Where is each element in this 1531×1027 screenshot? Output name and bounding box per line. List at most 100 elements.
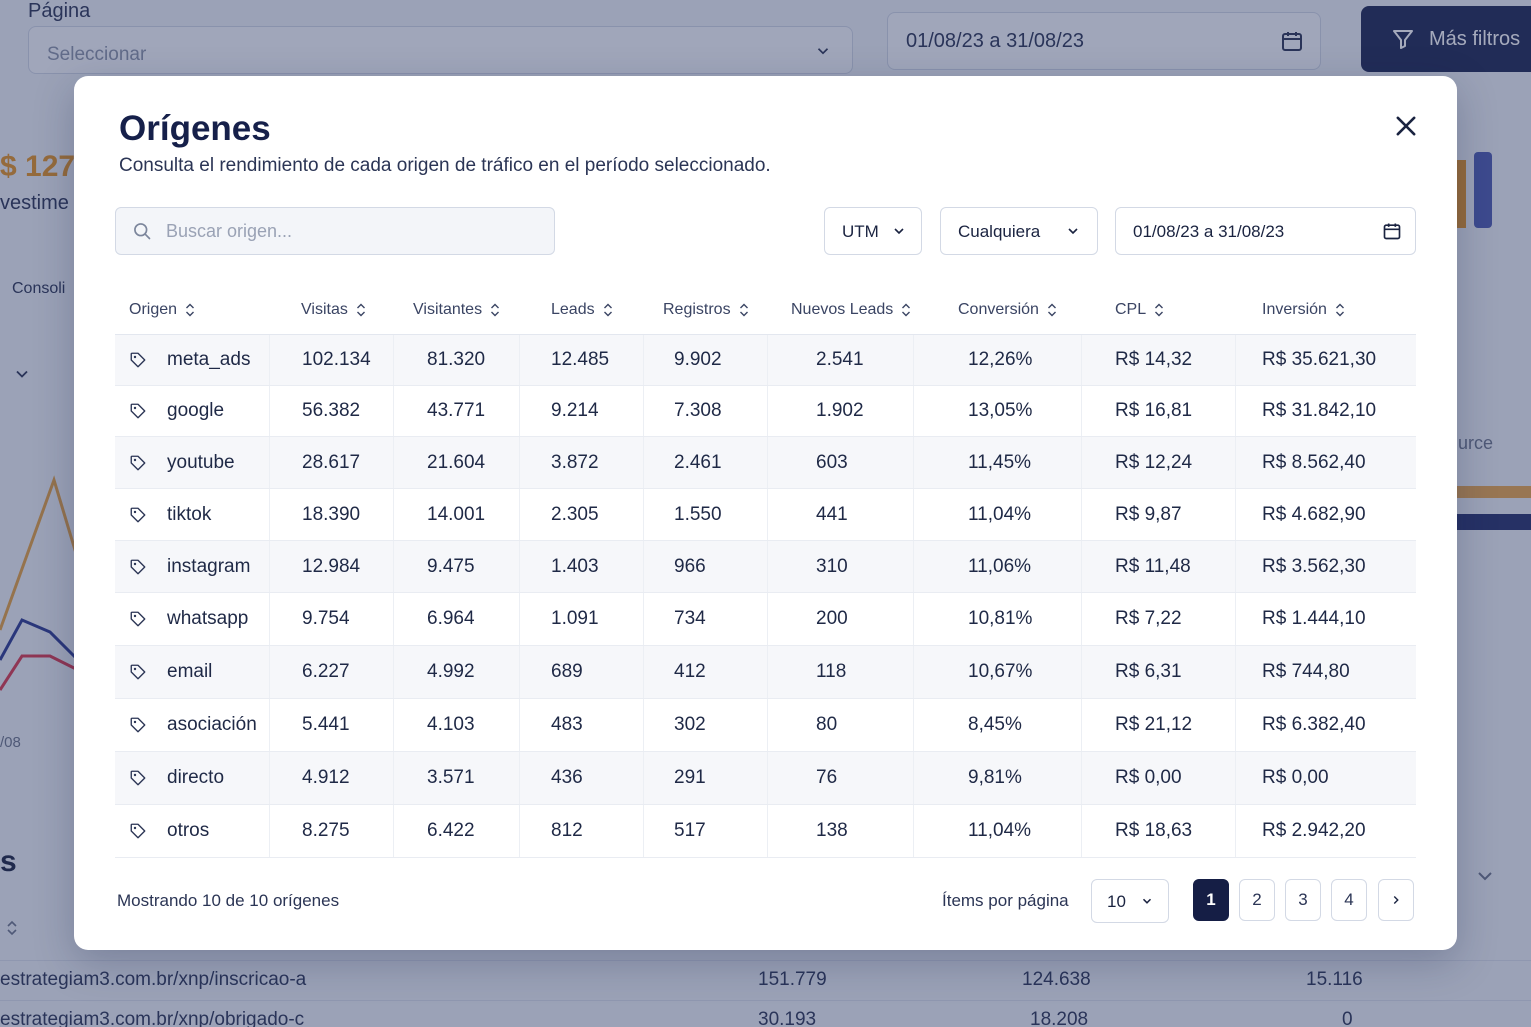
- column-divider: [269, 541, 270, 592]
- cell-leads: 1.403: [551, 555, 599, 577]
- cell-visitors: 6.422: [427, 820, 475, 841]
- cell-conversion: 12,26%: [968, 349, 1033, 370]
- column-header-label: Nuevos Leads: [791, 301, 894, 318]
- column-divider: [1081, 489, 1082, 540]
- column-divider: [269, 489, 270, 540]
- chevron-right-icon: [1393, 896, 1399, 904]
- tag-icon: [130, 507, 146, 522]
- cell-visits: 9.754: [302, 608, 350, 629]
- search-field[interactable]: [115, 207, 555, 255]
- page-button-3[interactable]: 3: [1285, 879, 1321, 921]
- table-row[interactable]: meta_ads 102.134 81.320 12.485 9.902 2.541 12,…: [115, 335, 1416, 386]
- table-header: Origen Visitas Visitantes Leads Registros Nue…: [115, 289, 1416, 335]
- cell-cpl: R$ 18,63: [1115, 820, 1193, 841]
- table-row[interactable]: google 56.382 43.771 9.214 7.308 1.902 13,05% R…: [115, 386, 1416, 437]
- sort-icon: [603, 303, 612, 317]
- tag-icon: [130, 352, 146, 368]
- table-row[interactable]: whatsapp 9.754 6.964 1.091 734 200 10,81% R$ 7,…: [115, 593, 1416, 646]
- cell-cpl: R$ 9,87: [1115, 503, 1182, 525]
- column-divider: [393, 437, 394, 488]
- column-divider: [393, 699, 394, 751]
- utm-dropdown-label: UTM: [842, 222, 879, 241]
- column-divider: [1235, 437, 1236, 488]
- date-range-text: 01/08/23 a 31/08/23: [1133, 222, 1285, 241]
- column-divider: [269, 805, 270, 857]
- cell-investment: R$ 35.621,30: [1262, 349, 1377, 370]
- column-divider: [269, 699, 270, 751]
- column-divider: [269, 386, 270, 436]
- cell-new-leads: 138: [816, 820, 848, 841]
- column-header-leads[interactable]: Leads: [551, 301, 613, 319]
- column-divider: [643, 386, 644, 436]
- table-row[interactable]: directo 4.912 3.571 436 291 76 9,81% R$ 0,00 R$ …: [115, 752, 1416, 805]
- sort-icon: [1155, 303, 1164, 317]
- modal-title: Orígenes: [119, 109, 271, 148]
- sort-icon: [491, 303, 500, 317]
- items-per-page-select[interactable]: 10: [1091, 879, 1169, 923]
- table-row[interactable]: email 6.227 4.992 689 412 118 10,67% R$ 6,31 R$ …: [115, 646, 1416, 699]
- table-row[interactable]: asociación 5.441 4.103 483 302 80 8,45% R$ 21,1…: [115, 699, 1416, 752]
- cell-leads: 689: [551, 661, 583, 682]
- tag-icon: [130, 770, 146, 786]
- cell-origin: asociación: [129, 714, 257, 736]
- sort-icon: [356, 303, 365, 317]
- column-divider: [393, 489, 394, 540]
- close-icon[interactable]: [1392, 112, 1420, 140]
- column-divider: [519, 699, 520, 751]
- cell-visitors: 14.001: [427, 503, 486, 525]
- cell-leads: 812: [551, 820, 583, 841]
- modal-subtitle: Consulta el rendimiento de cada origen d…: [119, 155, 771, 176]
- cell-cpl: R$ 0,00: [1115, 767, 1182, 788]
- cell-registrations: 966: [674, 555, 706, 577]
- cell-investment: R$ 0,00: [1262, 767, 1329, 788]
- column-divider: [1081, 699, 1082, 751]
- sort-icon: [1047, 303, 1056, 317]
- column-divider: [519, 541, 520, 592]
- table-row[interactable]: youtube 28.617 21.604 3.872 2.461 603 11,45% R$…: [115, 437, 1416, 489]
- cell-conversion: 10,81%: [968, 608, 1033, 629]
- search-input[interactable]: [166, 218, 536, 244]
- column-divider: [269, 335, 270, 385]
- cell-visits: 28.617: [302, 451, 361, 473]
- column-divider: [519, 752, 520, 804]
- column-divider: [1235, 699, 1236, 751]
- chevron-down-icon: [1068, 228, 1078, 235]
- column-header-visits[interactable]: Visitas: [301, 301, 366, 319]
- cell-new-leads: 441: [816, 503, 848, 525]
- cell-registrations: 9.902: [674, 349, 722, 370]
- column-divider: [767, 805, 768, 857]
- tag-icon: [130, 559, 146, 574]
- utm-dropdown[interactable]: UTM: [824, 207, 922, 255]
- match-dropdown[interactable]: Cualquiera: [940, 207, 1098, 255]
- column-header-registrations[interactable]: Registros: [663, 301, 749, 319]
- page-button-1[interactable]: 1: [1193, 879, 1229, 921]
- cell-visits: 12.984: [302, 555, 361, 577]
- column-divider: [1235, 489, 1236, 540]
- column-header-new-leads[interactable]: Nuevos Leads: [791, 301, 911, 319]
- column-header-origin[interactable]: Origen: [129, 301, 195, 319]
- cell-conversion: 8,45%: [968, 714, 1022, 735]
- column-divider: [393, 805, 394, 857]
- page-button-4[interactable]: 4: [1331, 879, 1367, 921]
- cell-conversion: 9,81%: [968, 767, 1022, 788]
- date-range-picker[interactable]: 01/08/23 a 31/08/23: [1115, 207, 1416, 255]
- cell-conversion: 11,45%: [968, 451, 1032, 473]
- table-row[interactable]: tiktok 18.390 14.001 2.305 1.550 441 11,04% R$ …: [115, 489, 1416, 541]
- cell-conversion: 13,05%: [968, 400, 1033, 421]
- next-page-button[interactable]: [1378, 879, 1414, 921]
- cell-investment: R$ 6.382,40: [1262, 714, 1366, 735]
- cell-conversion: 11,06%: [968, 555, 1032, 577]
- column-divider: [519, 335, 520, 385]
- items-per-page-label: Ítems por página: [942, 891, 1069, 910]
- page-button-2[interactable]: 2: [1239, 879, 1275, 921]
- origin-name: directo: [167, 767, 225, 788]
- origin-name: meta_ads: [167, 349, 251, 370]
- column-header-label: Visitantes: [413, 301, 483, 318]
- column-header-conversion[interactable]: Conversión: [958, 301, 1057, 319]
- table-row[interactable]: otros 8.275 6.422 812 517 138 11,04% R$ 18,63 R$…: [115, 805, 1416, 858]
- column-header-visitors[interactable]: Visitantes: [413, 301, 500, 319]
- sort-icon: [186, 303, 195, 317]
- table-row[interactable]: instagram 12.984 9.475 1.403 966 310 11,06% R$ …: [115, 541, 1416, 593]
- column-header-investment[interactable]: Inversión: [1262, 301, 1345, 319]
- column-header-cpl[interactable]: CPL: [1115, 301, 1164, 319]
